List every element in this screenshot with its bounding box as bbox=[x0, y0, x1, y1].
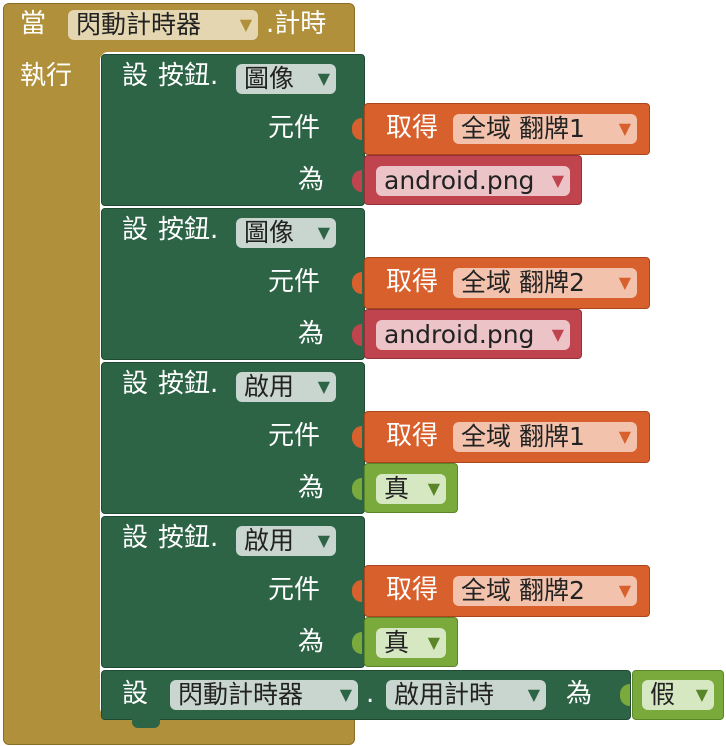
button-label: 按鈕. bbox=[158, 215, 219, 245]
property-value-2: 圖像 bbox=[244, 218, 295, 247]
variable-dropdown-3[interactable]: 全域 翻牌1 ▼ bbox=[453, 422, 637, 452]
property-dropdown-2[interactable]: 圖像 ▼ bbox=[236, 218, 336, 248]
to-label: 為 bbox=[298, 165, 325, 195]
variable-value-4: 全域 翻牌2 bbox=[461, 576, 585, 605]
boolean-value-3: 假 bbox=[650, 680, 676, 709]
set-label: 設 bbox=[122, 523, 149, 553]
chevron-down-icon: ▼ bbox=[427, 633, 440, 652]
get-label: 取得 bbox=[386, 267, 439, 297]
chevron-down-icon: ▼ bbox=[527, 685, 540, 704]
component-label: 元件 bbox=[268, 575, 321, 605]
property-value-3: 啟用 bbox=[244, 372, 295, 401]
variable-dropdown-4[interactable]: 全域 翻牌2 ▼ bbox=[453, 576, 637, 606]
to-label: 為 bbox=[566, 679, 593, 709]
chevron-down-icon: ▼ bbox=[239, 15, 252, 34]
dot-label: . bbox=[366, 679, 375, 709]
get-label: 取得 bbox=[386, 421, 439, 451]
chevron-down-icon: ▼ bbox=[427, 479, 440, 498]
timer-component-value: 閃動計時器 bbox=[178, 680, 304, 709]
button-label: 按鈕. bbox=[158, 523, 219, 553]
next-statement-notch bbox=[132, 718, 160, 728]
property-value-4: 啟用 bbox=[244, 526, 295, 555]
button-label: 按鈕. bbox=[158, 61, 219, 91]
component-label: 元件 bbox=[268, 267, 321, 297]
get-label: 取得 bbox=[386, 575, 439, 605]
button-label: 按鈕. bbox=[158, 369, 219, 399]
image-asset-dropdown-2[interactable]: android.png ▼ bbox=[376, 320, 570, 350]
image-asset-value-1: android.png bbox=[384, 166, 535, 195]
to-label: 為 bbox=[298, 319, 325, 349]
chevron-down-icon: ▼ bbox=[317, 69, 330, 88]
image-asset-dropdown-1[interactable]: android.png ▼ bbox=[376, 166, 570, 196]
image-asset-value-2: android.png bbox=[384, 320, 535, 349]
do-label: 執行 bbox=[20, 61, 73, 91]
event-component-dropdown[interactable]: 閃動計時器 ▼ bbox=[68, 10, 258, 40]
event-component-value: 閃動計時器 bbox=[76, 10, 202, 39]
chevron-down-icon: ▼ bbox=[339, 685, 352, 704]
component-label: 元件 bbox=[268, 113, 321, 143]
chevron-down-icon: ▼ bbox=[618, 273, 631, 292]
set-label: 設 bbox=[122, 369, 149, 399]
chevron-down-icon: ▼ bbox=[551, 325, 564, 344]
chevron-down-icon: ▼ bbox=[618, 427, 631, 446]
set-label: 設 bbox=[122, 61, 149, 91]
timer-property-value: 啟用計時 bbox=[394, 680, 495, 709]
timer-property-dropdown[interactable]: 啟用計時 ▼ bbox=[386, 680, 546, 710]
chevron-down-icon: ▼ bbox=[317, 531, 330, 550]
chevron-down-icon: ▼ bbox=[695, 685, 708, 704]
boolean-value-1: 真 bbox=[384, 474, 410, 503]
chevron-down-icon: ▼ bbox=[618, 581, 631, 600]
chevron-down-icon: ▼ bbox=[317, 223, 330, 242]
when-label: 當 bbox=[20, 9, 47, 39]
chevron-down-icon: ▼ bbox=[618, 119, 631, 138]
property-value-1: 圖像 bbox=[244, 64, 295, 93]
property-dropdown-3[interactable]: 啟用 ▼ bbox=[236, 372, 336, 402]
variable-dropdown-2[interactable]: 全域 翻牌2 ▼ bbox=[453, 268, 637, 298]
event-name-label: .計時 bbox=[266, 9, 327, 39]
get-label: 取得 bbox=[386, 113, 439, 143]
boolean-dropdown-3[interactable]: 假 ▼ bbox=[642, 680, 714, 710]
boolean-dropdown-1[interactable]: 真 ▼ bbox=[376, 474, 446, 504]
variable-value-2: 全域 翻牌2 bbox=[461, 268, 585, 297]
component-label: 元件 bbox=[268, 421, 321, 451]
variable-dropdown-1[interactable]: 全域 翻牌1 ▼ bbox=[453, 114, 637, 144]
variable-value-3: 全域 翻牌1 bbox=[461, 422, 585, 451]
to-label: 為 bbox=[298, 473, 325, 503]
set-label: 設 bbox=[122, 215, 149, 245]
variable-value-1: 全域 翻牌1 bbox=[461, 114, 585, 143]
set-label: 設 bbox=[122, 679, 149, 709]
boolean-value-2: 真 bbox=[384, 628, 410, 657]
chevron-down-icon: ▼ bbox=[551, 171, 564, 190]
to-label: 為 bbox=[298, 627, 325, 657]
property-dropdown-4[interactable]: 啟用 ▼ bbox=[236, 526, 336, 556]
boolean-dropdown-2[interactable]: 真 ▼ bbox=[376, 628, 446, 658]
property-dropdown-1[interactable]: 圖像 ▼ bbox=[236, 64, 336, 94]
timer-component-dropdown[interactable]: 閃動計時器 ▼ bbox=[170, 680, 358, 710]
chevron-down-icon: ▼ bbox=[317, 377, 330, 396]
